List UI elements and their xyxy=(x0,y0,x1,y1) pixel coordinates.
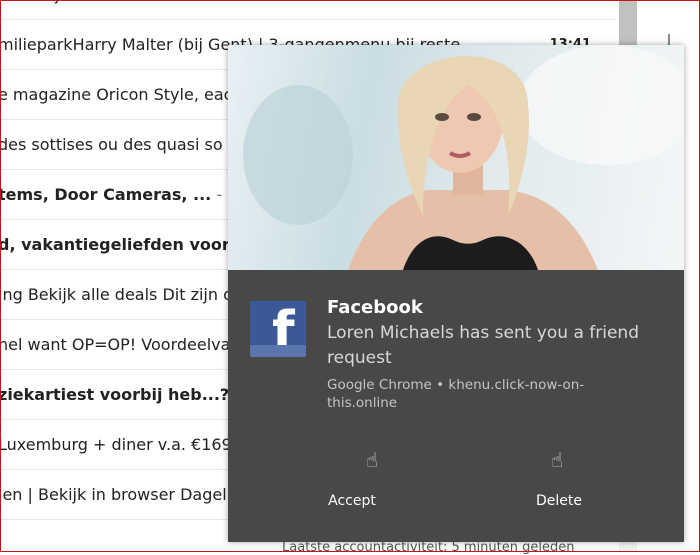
email-subject: ing Bekijk alle deals Dit zijn o xyxy=(0,285,233,304)
email-subject: e magazine Oricon Style, eac xyxy=(0,85,233,104)
scrollbar-thumb[interactable] xyxy=(619,0,637,46)
hand-pointer-icon: ☝ xyxy=(551,448,564,472)
accept-button[interactable]: ☝ Accept xyxy=(252,438,452,518)
email-subject: ziekartiest voorbij heb...? xyxy=(0,385,230,404)
email-row-text: nel want OP=OP! Voordeelva xyxy=(0,320,231,369)
email-subject: Luxemburg + diner v.a. €169 xyxy=(0,435,232,454)
email-row-text: tems, Door Cameras, ... - Bes xyxy=(0,170,256,219)
email-subject: tems, Door Cameras, ... xyxy=(0,185,212,204)
profile-photo xyxy=(228,45,684,270)
email-row-text: ziekartiest voorbij heb...? - A xyxy=(0,370,256,419)
email-subject: d, vakantiegeliefden voor het xyxy=(0,235,266,254)
delete-button[interactable]: ☝ Delete xyxy=(459,438,659,518)
email-row-text: ing Bekijk alle deals Dit zijn o xyxy=(0,270,233,319)
accept-label: Accept xyxy=(328,493,376,509)
email-row-text: ... verrijkt ... ... ... ... ... xyxy=(0,0,177,19)
email-row-text: len | Bekijk in browser Dageli xyxy=(0,470,232,519)
delete-label: Delete xyxy=(536,493,582,509)
email-subject: len | Bekijk in browser Dageli xyxy=(0,485,232,504)
email-row-text: d, vakantiegeliefden voor het xyxy=(0,220,266,269)
email-subject: nel want OP=OP! Voordeelva xyxy=(0,335,231,354)
notification-message: Loren Michaels has sent you a friend req… xyxy=(327,323,639,368)
email-row[interactable]: ... verrijkt ... ... ... ... ... xyxy=(0,0,615,20)
email-subject: des sottises ou des quasi so xyxy=(0,135,223,154)
notification-title: Facebook xyxy=(327,297,423,318)
account-activity-text: Laatste accountactiviteit: 5 minuten gel… xyxy=(282,540,575,555)
email-row-text: e magazine Oricon Style, eac xyxy=(0,70,233,119)
notification-source: Google Chrome • khenu.click-now-on-this.… xyxy=(327,377,585,411)
email-subject: ... verrijkt ... ... ... ... ... xyxy=(0,0,177,4)
notification-toast[interactable]: f Facebook Loren Michaels has sent you a… xyxy=(228,45,684,542)
hand-pointer-icon: ☝ xyxy=(366,448,379,472)
email-row-text: des sottises ou des quasi so xyxy=(0,120,223,169)
email-row-text: Luxemburg + diner v.a. €169 xyxy=(0,420,232,469)
facebook-logo-icon: f xyxy=(250,301,306,357)
